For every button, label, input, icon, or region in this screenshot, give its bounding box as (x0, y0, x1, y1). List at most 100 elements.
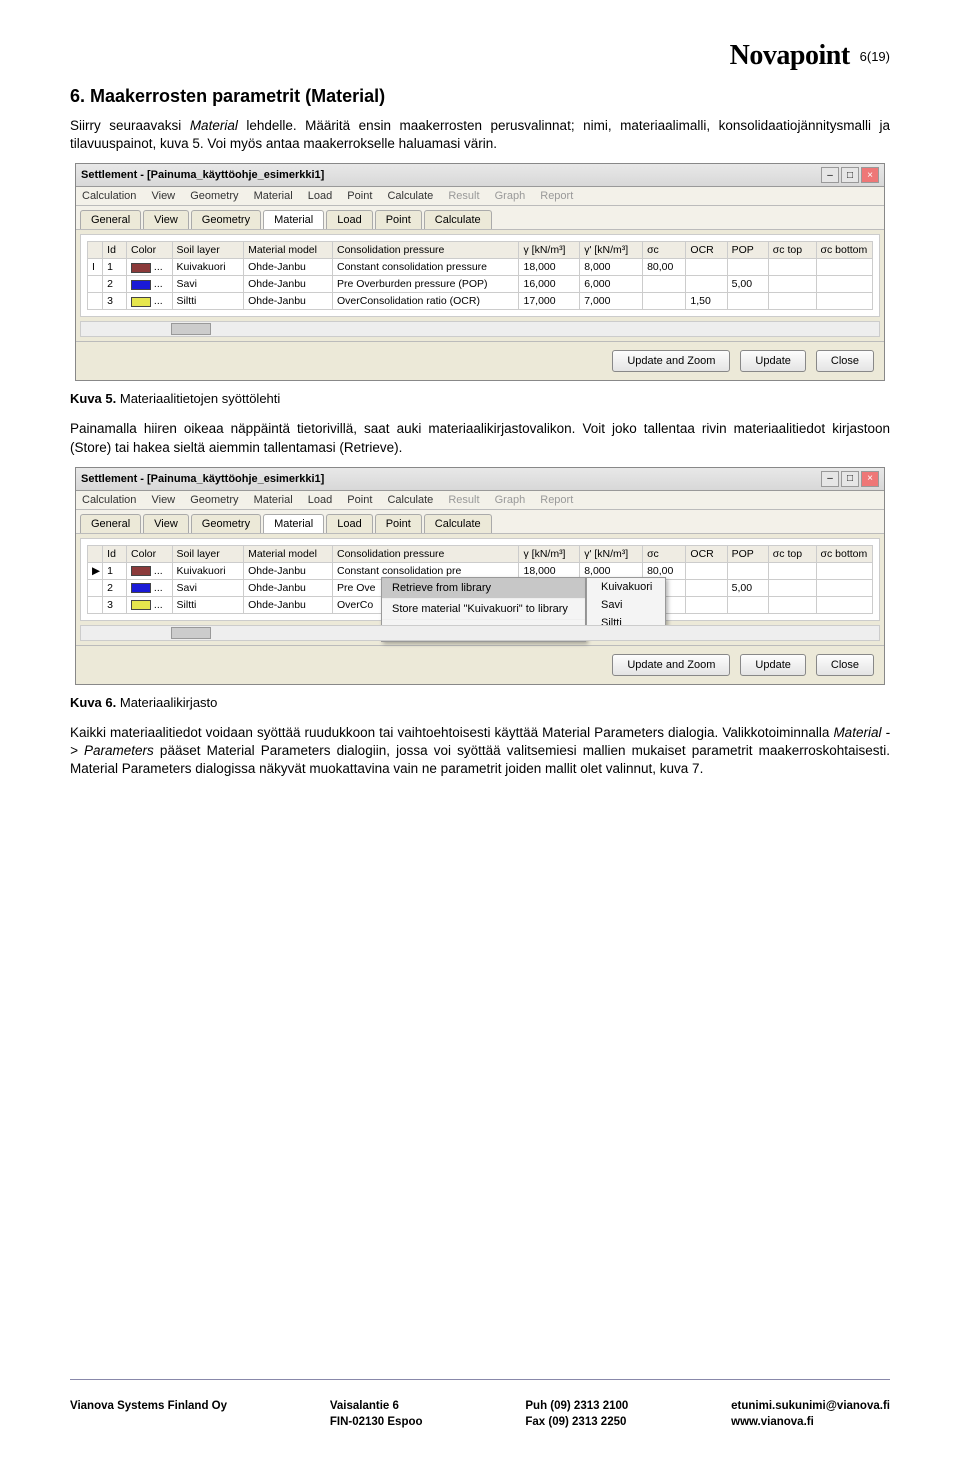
color-swatch-icon[interactable] (131, 297, 151, 307)
maximize-button[interactable]: □ (841, 167, 859, 183)
cell-sc-bottom[interactable] (816, 596, 873, 613)
cell-material-model[interactable]: Ohde-Janbu (244, 596, 333, 613)
cell-id[interactable]: 2 (103, 276, 127, 293)
cell-id[interactable]: 1 (103, 562, 127, 579)
tab-point[interactable]: Point (375, 210, 422, 229)
color-swatch-icon[interactable] (131, 583, 151, 593)
color-swatch-icon[interactable] (131, 566, 151, 576)
update-zoom-button[interactable]: Update and Zoom (612, 654, 730, 676)
close-button[interactable]: × (861, 471, 879, 487)
color-swatch-icon[interactable] (131, 280, 151, 290)
menu-item[interactable]: Load (308, 190, 332, 202)
menubar[interactable]: Calculation View Geometry Material Load … (76, 187, 884, 206)
menu-item[interactable]: Calculate (387, 494, 433, 506)
material-grid[interactable]: Id Color Soil layer Material model Conso… (80, 538, 880, 621)
tab-calculate[interactable]: Calculate (424, 514, 492, 533)
cell-color[interactable]: ... (127, 596, 173, 613)
cell-material-model[interactable]: Ohde-Janbu (244, 276, 333, 293)
scrollbar-thumb[interactable] (171, 323, 211, 335)
close-dialog-button[interactable]: Close (816, 350, 874, 372)
menu-item[interactable]: View (151, 494, 175, 506)
menu-item[interactable]: Material (254, 494, 293, 506)
tab-load[interactable]: Load (326, 514, 372, 533)
cell-sigma-c[interactable] (643, 293, 686, 310)
cell-soil-layer[interactable]: Savi (172, 579, 244, 596)
cell-soil-layer[interactable]: Kuivakuori (172, 562, 244, 579)
cell-material-model[interactable]: Ohde-Janbu (244, 293, 333, 310)
close-button[interactable]: × (861, 167, 879, 183)
cell-gamma-prime[interactable]: 7,000 (580, 293, 643, 310)
cell-id[interactable]: 1 (103, 259, 127, 276)
close-dialog-button[interactable]: Close (816, 654, 874, 676)
cell-sc-bottom[interactable] (816, 562, 873, 579)
cell-material-model[interactable]: Ohde-Janbu (244, 562, 333, 579)
menu-item[interactable]: Calculation (82, 190, 136, 202)
cell-pop[interactable] (727, 259, 768, 276)
cell-consolidation-pressure[interactable]: OverConsolidation ratio (OCR) (333, 293, 519, 310)
cell-ocr[interactable] (686, 562, 727, 579)
tab-geometry[interactable]: Geometry (191, 210, 261, 229)
update-button[interactable]: Update (740, 350, 805, 372)
cell-pop[interactable] (727, 596, 768, 613)
menu-item[interactable]: Geometry (190, 190, 238, 202)
maximize-button[interactable]: □ (841, 471, 859, 487)
cell-soil-layer[interactable]: Siltti (172, 293, 244, 310)
cell-soil-layer[interactable]: Kuivakuori (172, 259, 244, 276)
cell-gamma[interactable]: 18,000 (519, 259, 580, 276)
cell-sc-top[interactable] (768, 259, 816, 276)
table-row[interactable]: 3 ...SilttiOhde-JanbuOverConsolidation r… (88, 293, 873, 310)
menu-item[interactable]: Calculate (387, 190, 433, 202)
cell-ocr[interactable] (686, 579, 727, 596)
cell-ocr[interactable] (686, 259, 727, 276)
ctx-store[interactable]: Store material "Kuivakuori" to library (382, 599, 585, 620)
ctx-sub-item[interactable]: Savi (587, 596, 665, 614)
update-button[interactable]: Update (740, 654, 805, 676)
cell-ocr[interactable] (686, 276, 727, 293)
cell-sigma-c[interactable]: 80,00 (643, 259, 686, 276)
menu-item[interactable]: Geometry (190, 494, 238, 506)
cell-sc-top[interactable] (768, 596, 816, 613)
cell-ocr[interactable]: 1,50 (686, 293, 727, 310)
cell-sc-top[interactable] (768, 579, 816, 596)
cell-pop[interactable]: 5,00 (727, 579, 768, 596)
cell-sc-bottom[interactable] (816, 259, 873, 276)
menu-item[interactable]: Calculation (82, 494, 136, 506)
window-titlebar[interactable]: Settlement - [Painuma_käyttöohje_esimerk… (76, 164, 884, 187)
horizontal-scrollbar[interactable] (80, 625, 880, 641)
material-grid[interactable]: Id Color Soil layer Material model Conso… (80, 234, 880, 317)
cell-color[interactable]: ... (127, 293, 173, 310)
cell-sc-bottom[interactable] (816, 293, 873, 310)
cell-ocr[interactable] (686, 596, 727, 613)
tab-load[interactable]: Load (326, 210, 372, 229)
cell-color[interactable]: ... (127, 276, 173, 293)
cell-consolidation-pressure[interactable]: Pre Overburden pressure (POP) (333, 276, 519, 293)
minimize-button[interactable]: – (821, 471, 839, 487)
minimize-button[interactable]: – (821, 167, 839, 183)
cell-gamma[interactable]: 16,000 (519, 276, 580, 293)
cell-gamma[interactable]: 17,000 (519, 293, 580, 310)
cell-soil-layer[interactable]: Savi (172, 276, 244, 293)
cell-sc-bottom[interactable] (816, 579, 873, 596)
tab-general[interactable]: General (80, 514, 141, 533)
ctx-sub-item[interactable]: Kuivakuori (587, 578, 665, 596)
cell-id[interactable]: 2 (103, 579, 127, 596)
cell-consolidation-pressure[interactable]: Constant consolidation pressure (333, 259, 519, 276)
cell-id[interactable]: 3 (103, 293, 127, 310)
cell-color[interactable]: ... (127, 579, 173, 596)
tab-material[interactable]: Material (263, 210, 324, 229)
scrollbar-thumb[interactable] (171, 627, 211, 639)
menu-item[interactable]: Point (347, 494, 372, 506)
color-swatch-icon[interactable] (131, 263, 151, 273)
cell-pop[interactable]: 5,00 (727, 276, 768, 293)
cell-color[interactable]: ... (127, 259, 173, 276)
cell-sc-bottom[interactable] (816, 276, 873, 293)
cell-sigma-c[interactable] (643, 276, 686, 293)
ctx-retrieve[interactable]: Retrieve from library (382, 578, 585, 599)
menubar[interactable]: Calculation View Geometry Material Load … (76, 491, 884, 510)
tab-point[interactable]: Point (375, 514, 422, 533)
tab-view[interactable]: View (143, 210, 189, 229)
tab-view[interactable]: View (143, 514, 189, 533)
table-row[interactable]: 2 ...SaviOhde-JanbuPre Overburden pressu… (88, 276, 873, 293)
tab-calculate[interactable]: Calculate (424, 210, 492, 229)
cell-material-model[interactable]: Ohde-Janbu (244, 259, 333, 276)
